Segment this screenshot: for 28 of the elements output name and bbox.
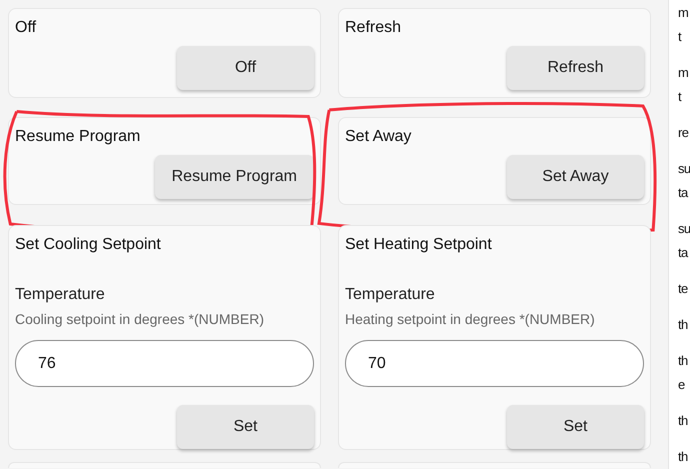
side-text: th (678, 448, 689, 466)
field-description: Heating setpoint in degrees *(NUMBER) (345, 310, 596, 329)
card-title: Off (15, 18, 38, 38)
input-field[interactable]: 70 (345, 340, 644, 388)
side-text: su ta (678, 220, 690, 262)
action-button[interactable]: Set Away (507, 155, 644, 199)
input-field[interactable]: 76 (15, 340, 314, 388)
card-title: Set Heating Setpoint (345, 235, 493, 255)
side-text: te (678, 280, 689, 298)
side-text: m t (678, 64, 690, 106)
side-text: re (678, 124, 690, 142)
card-title: Refresh (345, 18, 402, 38)
field-label: Temperature (345, 285, 436, 305)
action-button[interactable]: Set (507, 405, 644, 449)
action-button[interactable]: Set (177, 405, 314, 449)
action-button[interactable]: Resume Program (154, 155, 314, 199)
action-button[interactable]: Refresh (507, 46, 644, 90)
action-button[interactable]: Off (177, 46, 314, 90)
side-text: th (678, 412, 689, 430)
side-text: th e (678, 352, 689, 394)
field-description: Cooling setpoint in degrees *(NUMBER) (15, 310, 265, 329)
card-title: Set Away (345, 127, 412, 147)
field-label: Temperature (15, 285, 106, 305)
side-text: th (678, 316, 689, 334)
card-title: Resume Program (15, 127, 142, 147)
side-text: m t (678, 4, 690, 46)
card-title: Set Cooling Setpoint (15, 235, 162, 255)
side-text: su ta (678, 160, 690, 202)
